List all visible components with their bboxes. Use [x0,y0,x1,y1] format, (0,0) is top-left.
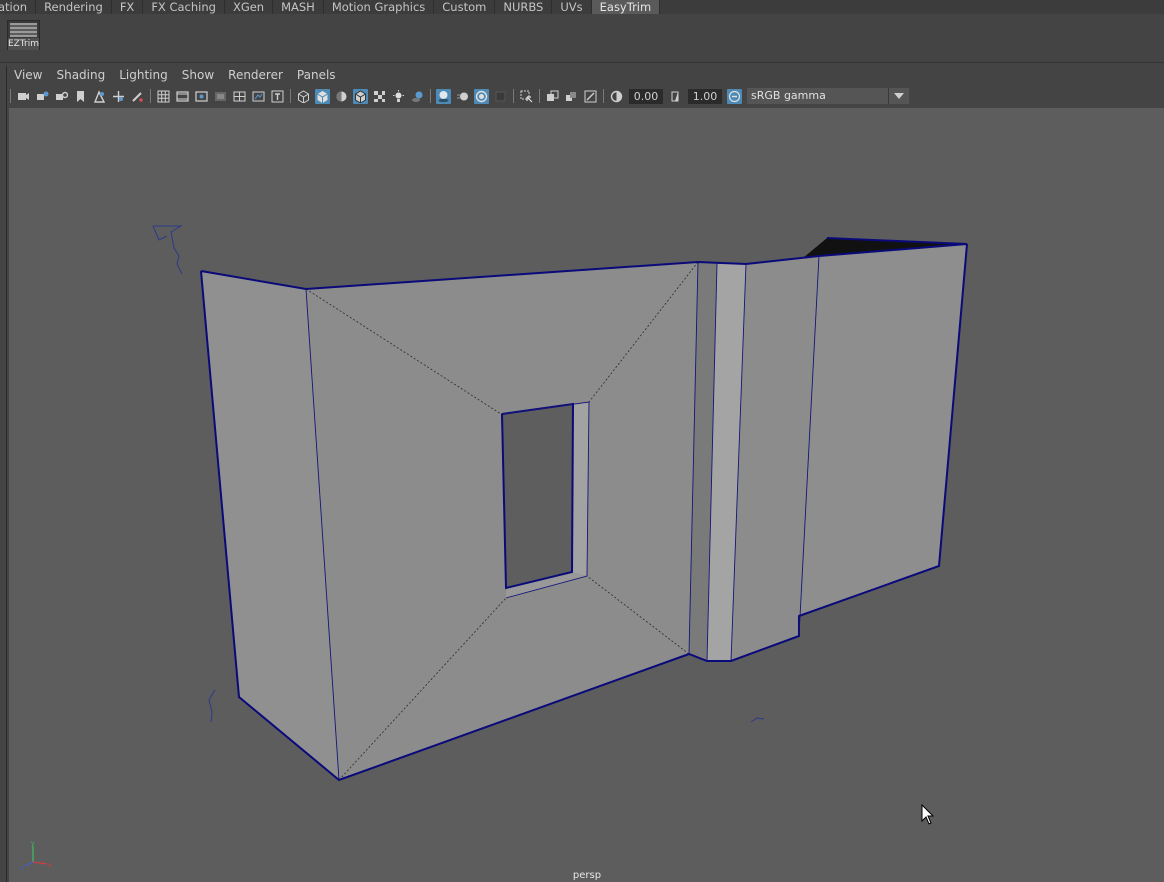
shelf-tab-easytrim[interactable]: EasyTrim [591,0,661,14]
lights-icon[interactable] [391,89,406,104]
menu-panels[interactable]: Panels [290,66,343,85]
xray-icon[interactable] [545,89,560,104]
image-plane-icon[interactable] [92,89,107,104]
exposure-field[interactable] [629,88,663,104]
exposure-icon[interactable] [609,89,624,104]
gate-mask-icon[interactable] [213,89,228,104]
panel-menu-bar: View Shading Lighting Show Renderer Pane… [7,66,1164,85]
wall-right-face[interactable] [799,244,967,616]
camera-name-label: persp [572,870,602,881]
shadows-icon[interactable] [410,89,425,104]
select-camera-icon[interactable] [16,89,31,104]
gamma-icon[interactable] [668,89,683,104]
shelf: EZTrim [0,14,1164,63]
film-gate-icon[interactable] [175,89,190,104]
mouse-cursor-icon [921,804,935,825]
shelf-tab-nurbs[interactable]: NURBS [495,0,553,14]
grease-pencil-icon[interactable] [130,89,145,104]
eztrim-icon [10,23,37,37]
shelf-tab-xgen[interactable]: XGen [225,0,274,14]
shelf-tab-mash[interactable]: MASH [273,0,324,14]
scene-mesh[interactable] [9,108,1164,882]
panel-toolbar: sRGB gamma [7,85,1164,107]
toolbar-separator [603,89,604,103]
menu-shading[interactable]: Shading [49,66,112,85]
menu-renderer[interactable]: Renderer [221,66,290,85]
toolbar-separator [150,89,151,103]
svg-text:y: y [31,840,35,847]
shelf-tab-animation[interactable]: ation [0,0,37,14]
menu-lighting[interactable]: Lighting [112,66,175,85]
shelf-tab-custom[interactable]: Custom [434,0,496,14]
wireframe-icon[interactable] [296,89,311,104]
depth-of-field-icon[interactable] [493,89,508,104]
default-material-icon[interactable] [334,89,349,104]
wall-main-face[interactable] [306,262,698,780]
smooth-shade-icon[interactable] [315,88,330,104]
safe-title-icon[interactable] [270,89,285,104]
toolbar-separator [539,89,540,103]
isolate-select-icon[interactable] [519,89,534,104]
view-transform-dropdown[interactable]: sRGB gamma [747,88,909,104]
view-transform-value: sRGB gamma [751,89,826,102]
color-management-toggle-icon[interactable] [727,88,742,104]
menu-view[interactable]: View [7,66,49,85]
view-axis-gizmo-icon: y x z [20,840,52,872]
gamma-field[interactable] [688,88,722,104]
menu-show[interactable]: Show [175,66,221,85]
shelf-tab-rendering[interactable]: Rendering [36,0,112,14]
shelf-tab-motion-graphics[interactable]: Motion Graphics [324,0,435,14]
wireframe-on-shaded-icon[interactable] [353,88,368,104]
motion-blur-icon[interactable] [455,89,470,104]
toolbar-separator [430,89,431,103]
shelf-tab-fx-caching[interactable]: FX Caching [143,0,225,14]
eztrim-shelf-label: EZTrim [8,38,39,50]
viewport-panel: View Shading Lighting Show Renderer Pane… [6,66,1164,882]
window-opening[interactable] [502,404,573,588]
bookmark-icon[interactable] [73,89,88,104]
chevron-down-icon[interactable] [888,88,909,104]
camera-attributes-icon[interactable] [35,89,50,104]
window-jamb-right[interactable] [572,402,589,576]
2d-pan-zoom-icon[interactable] [111,89,126,104]
grid-icon[interactable] [156,89,171,104]
perspective-viewport[interactable]: y x z persp [9,108,1164,882]
safe-action-icon[interactable] [251,89,266,104]
toolbar-separator [290,89,291,103]
anti-aliasing-icon[interactable] [474,88,489,104]
shelf-tab-fx[interactable]: FX [112,0,144,14]
toolbar-separator [10,89,11,103]
ambient-occlusion-icon[interactable] [436,88,451,104]
shelf-tab-bar: ation Rendering FX FX Caching XGen MASH … [0,0,1164,14]
bookmarks-icon[interactable] [54,89,69,104]
shelf-tab-uvs[interactable]: UVs [552,0,592,14]
toolbar-separator [513,89,514,103]
textured-icon[interactable] [372,89,387,104]
xray-active-components-icon[interactable] [564,89,579,104]
resolution-gate-icon[interactable] [194,89,209,104]
xray-joints-icon[interactable] [583,89,598,104]
eztrim-shelf-button[interactable]: EZTrim [7,20,40,50]
svg-text:x: x [48,862,52,869]
field-chart-icon[interactable] [232,89,247,104]
